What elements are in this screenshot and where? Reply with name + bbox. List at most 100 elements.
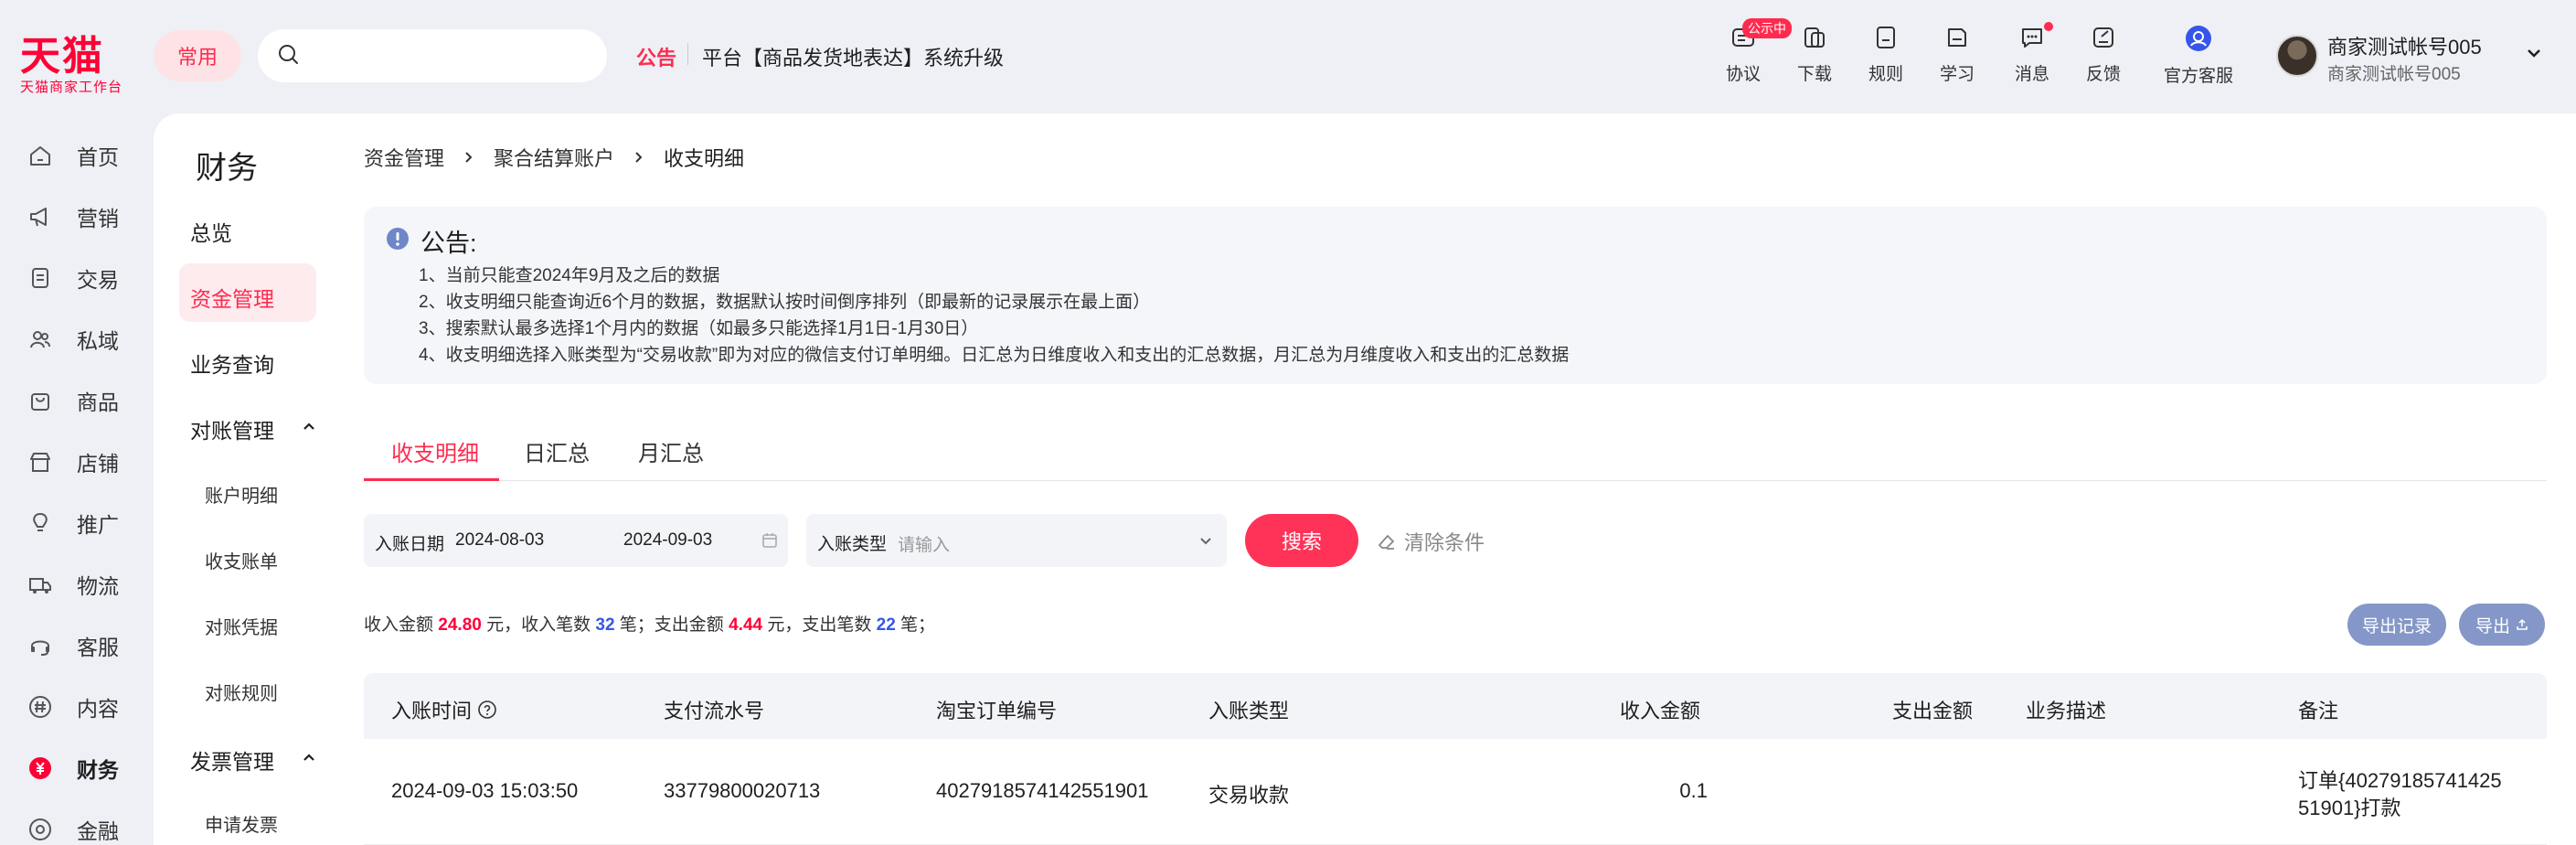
nav-item-home[interactable]: 首页 <box>27 137 155 174</box>
cell-order-no: 4027918574142551901 <box>936 779 1149 802</box>
tab-income-detail[interactable]: 收支明细 <box>391 435 479 467</box>
cell-type: 交易收款 <box>1208 784 1290 807</box>
top-item-label: 下载 <box>1796 65 1832 84</box>
download-icon <box>1804 27 1825 48</box>
nav-label: 交易 <box>77 268 119 292</box>
sub-nav-reconcile[interactable]: 对账管理 <box>190 413 274 444</box>
date-start[interactable]: 2024-08-03 <box>455 530 544 551</box>
notice-link[interactable]: 平台【商品发货地表达】系统升级 <box>702 42 1004 71</box>
account-menu[interactable]: 商家测试帐号005 商家测试帐号005 <box>2276 31 2550 86</box>
nav-label: 首页 <box>77 145 119 169</box>
date-range-picker[interactable]: 入账日期 2024-08-03 2024-09-03 <box>364 514 788 567</box>
nav-label: 内容 <box>77 697 119 721</box>
search-icon <box>279 45 298 64</box>
header-income: 收入金额 <box>1620 700 1701 722</box>
nav-item-service[interactable]: 客服 <box>27 627 155 664</box>
export-button[interactable]: 导出 <box>2459 604 2545 646</box>
header-expense: 支出金额 <box>1892 700 1974 722</box>
nav-item-promotion[interactable]: 推广 <box>27 505 155 541</box>
bag-icon <box>31 393 49 411</box>
notice-divider <box>687 43 688 65</box>
eraser-icon <box>1378 535 1394 550</box>
learn-button[interactable]: 学习 <box>1916 24 1998 85</box>
nav-label: 客服 <box>77 636 119 659</box>
nav-item-store[interactable]: 店铺 <box>27 444 155 480</box>
announcement-line: 3、搜索默认最多选择1个月内的数据（如最多只能选择1月1日-1月30日） <box>419 319 979 338</box>
cell-remark-line: 订单{40279185741425 <box>2298 769 2502 792</box>
announcement-line: 1、当前只能查2024年9月及之后的数据 <box>419 266 720 285</box>
finance-sub-nav: 财务 总览 资金管理 业务查询 对账管理 账户明细 收支账单 对账凭据 对账规则… <box>154 113 336 845</box>
chevron-up-icon[interactable] <box>302 419 316 433</box>
date-end[interactable]: 2024-09-03 <box>623 530 712 551</box>
top-item-label: 规则 <box>1868 65 1903 84</box>
calendar-icon <box>762 533 777 548</box>
nav-item-private[interactable]: 私域 <box>27 321 155 358</box>
chevron-down-icon <box>2528 49 2540 58</box>
nav-item-loan[interactable]: 金融 <box>27 811 155 845</box>
download-button[interactable]: 下载 <box>1773 24 1856 85</box>
type-select[interactable]: 入账类型 请输入 <box>806 514 1227 567</box>
nav-item-trade[interactable]: 交易 <box>27 260 155 296</box>
nav-item-logistics[interactable]: 物流 <box>27 566 155 603</box>
sub-nav-rules[interactable]: 对账规则 <box>205 679 278 705</box>
tab-daily-summary[interactable]: 日汇总 <box>524 435 590 467</box>
help-icon[interactable] <box>477 700 497 720</box>
truck-icon <box>29 578 51 594</box>
header-order-no: 淘宝订单编号 <box>936 700 1058 722</box>
home-icon <box>30 146 50 166</box>
sub-nav-overview[interactable]: 总览 <box>190 216 232 247</box>
search-button[interactable]: 搜索 <box>1245 514 1358 567</box>
sub-nav-fund[interactable]: 资金管理 <box>190 282 274 313</box>
announcement-line: 4、收支明细选择入账类型为“交易收款”即为对应的微信支付订单明细。日汇总为日维度… <box>419 346 1570 365</box>
learn-icon <box>1948 28 1966 47</box>
summary-part: 元，收入笔数 <box>481 615 596 635</box>
feedback-icon <box>2093 27 2113 48</box>
sub-nav-income-bill[interactable]: 收支账单 <box>205 547 278 573</box>
nav-label: 推广 <box>77 513 119 537</box>
chevron-up-icon[interactable] <box>302 750 316 765</box>
announcement-title: 公告: <box>420 230 477 257</box>
sub-nav-apply-invoice[interactable]: 申请发票 <box>205 810 278 837</box>
sub-nav-title: 财务 <box>196 151 258 186</box>
summary-part: 元，支出笔数 <box>762 615 877 635</box>
summary-part: 收入金额 <box>364 615 439 635</box>
export-label: 导出 <box>2475 616 2510 636</box>
expense-amount: 4.44 <box>729 615 763 635</box>
rules-button[interactable]: 规则 <box>1845 24 1927 85</box>
breadcrumb-current: 收支明细 <box>664 147 745 170</box>
export-records-button[interactable]: 导出记录 <box>2347 604 2446 646</box>
megaphone-icon <box>30 208 47 227</box>
sub-nav-account-detail[interactable]: 账户明细 <box>205 481 278 508</box>
breadcrumb: 资金管理 聚合结算账户 收支明细 <box>364 143 744 172</box>
clear-filters-label: 清除条件 <box>1404 531 1485 554</box>
top-item-label: 协议 <box>1725 65 1761 84</box>
nav-item-content[interactable]: 内容 <box>27 689 155 725</box>
breadcrumb-item[interactable]: 资金管理 <box>364 143 444 172</box>
sub-nav-business[interactable]: 业务查询 <box>190 348 274 379</box>
feedback-button[interactable]: 反馈 <box>2062 24 2145 85</box>
announcement-box: 公告: 1、当前只能查2024年9月及之后的数据 2、收支明细只能查询近6个月的… <box>364 207 2547 384</box>
common-button[interactable]: 常用 <box>154 30 241 81</box>
nav-item-goods[interactable]: 商品 <box>27 382 155 419</box>
sub-nav-voucher[interactable]: 对账凭据 <box>205 613 278 639</box>
main-content: 资金管理 聚合结算账户 收支明细 公告: 1、当前只能查2024年9月及之后的数… <box>336 113 2576 845</box>
clear-filters-button[interactable]: 清除条件 <box>1377 527 1485 556</box>
nav-label: 物流 <box>77 574 119 598</box>
sub-nav-invoice[interactable]: 发票管理 <box>190 744 274 775</box>
message-button[interactable]: 消息 <box>1991 22 2073 85</box>
type-placeholder: 请输入 <box>898 536 951 555</box>
tmall-logo[interactable]: 天猫 天猫商家工作台 <box>20 35 139 97</box>
header-type: 入账类型 <box>1208 700 1290 722</box>
income-amount: 24.80 <box>438 615 482 635</box>
nav-item-marketing[interactable]: 营销 <box>27 198 155 235</box>
search-input[interactable] <box>258 29 607 82</box>
nav-label: 私域 <box>77 329 119 353</box>
agreement-button[interactable]: 公示中 协议 <box>1702 18 1792 85</box>
nav-item-finance[interactable]: 财务 <box>27 750 155 786</box>
breadcrumb-item[interactable]: 聚合结算账户 <box>494 143 614 172</box>
tab-monthly-summary[interactable]: 月汇总 <box>638 435 704 467</box>
hash-icon <box>29 696 51 718</box>
finance-icon <box>29 818 51 840</box>
customer-service-button[interactable]: 官方客服 <box>2148 24 2249 87</box>
nav-label: 财务 <box>77 758 119 782</box>
